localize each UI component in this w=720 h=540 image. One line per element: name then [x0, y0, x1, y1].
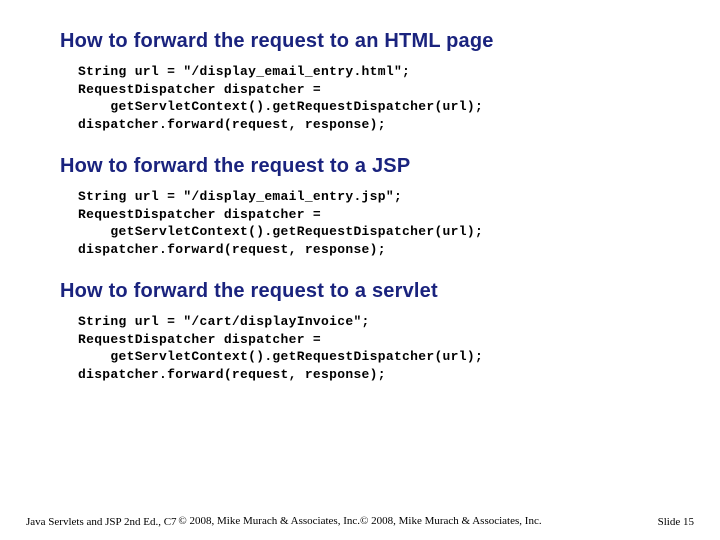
footer-center: © 2008, Mike Murach & Associates, Inc.© … [0, 515, 720, 528]
code-html: String url = "/display_email_entry.html"… [60, 63, 660, 133]
heading-servlet: How to forward the request to a servlet [60, 280, 660, 303]
heading-jsp: How to forward the request to a JSP [60, 155, 660, 178]
code-servlet: String url = "/cart/displayInvoice"; Req… [60, 313, 660, 383]
slide-content: How to forward the request to an HTML pa… [0, 0, 720, 384]
section-servlet-forward: How to forward the request to a servlet … [60, 280, 660, 383]
section-jsp-forward: How to forward the request to a JSP Stri… [60, 155, 660, 258]
section-html-forward: How to forward the request to an HTML pa… [60, 30, 660, 133]
heading-html: How to forward the request to an HTML pa… [60, 30, 660, 53]
code-jsp: String url = "/display_email_entry.jsp";… [60, 188, 660, 258]
footer-right: Slide 15 [658, 516, 694, 528]
